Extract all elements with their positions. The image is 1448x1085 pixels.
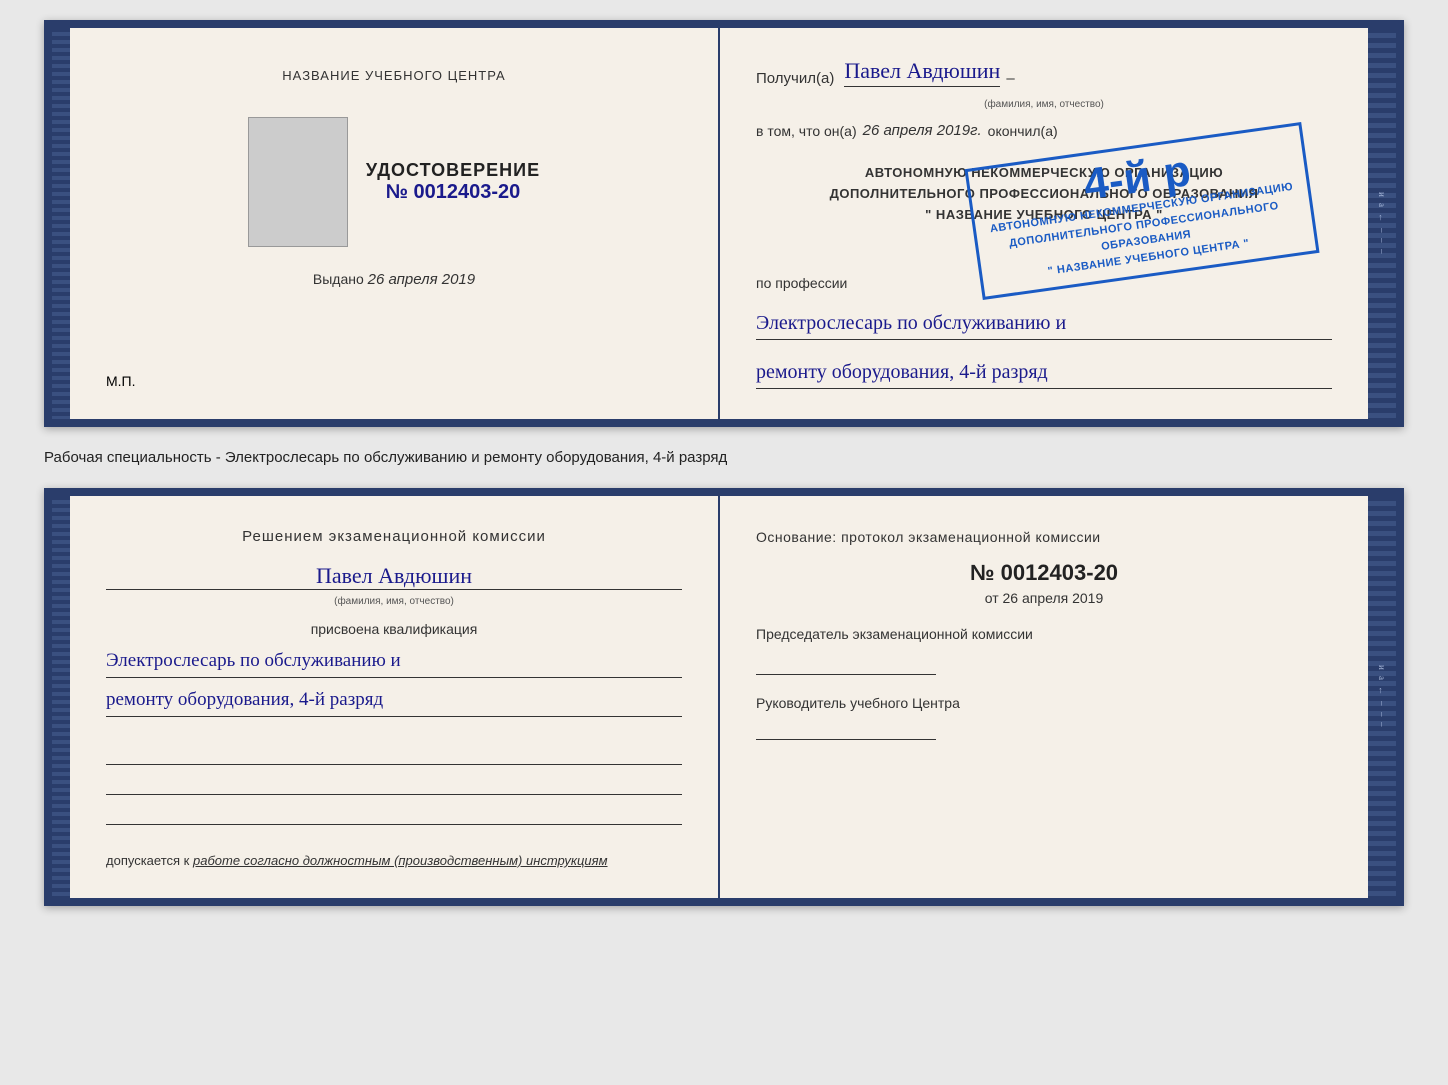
strip-char-4: –	[1377, 228, 1387, 235]
okonchil-label: окончил(а)	[988, 123, 1058, 139]
ot-date: 26 апреля 2019	[1003, 590, 1104, 606]
number-value: 0012403-20	[1001, 560, 1118, 585]
cert-number-prefix: №	[386, 181, 408, 203]
bottom-right-panel: Основание: протокол экзаменационной коми…	[720, 496, 1368, 898]
strip-char-2: а	[1377, 203, 1387, 209]
photo-and-cert-block: УДОСТОВЕРЕНИЕ № 0012403-20	[248, 117, 540, 247]
dopuskaetsya-block: допускается к работе согласно должностны…	[106, 853, 682, 868]
signature-lines-block	[106, 735, 682, 833]
dopusk-italic-text: работе согласно должностным (производств…	[193, 853, 608, 868]
cert-right-panel: Получил(а) Павел Авдюшин – (фамилия, имя…	[720, 28, 1368, 419]
bottom-strip-char-2: а	[1377, 676, 1387, 682]
vydano-date: 26 апреля 2019	[368, 271, 475, 288]
vtom-label: в том, что он(а)	[756, 123, 857, 139]
bottom-recipient-name: Павел Авдюшин	[106, 563, 682, 590]
stamp-box: 4-й р АВТОНОМНУЮ НЕКОММЕРЧЕСКУЮ ОРГАНИЗА…	[964, 122, 1319, 300]
recipient-name: Павел Авдюшин	[844, 58, 1000, 87]
bottom-left-inner: Решением экзаменационной комиссии Павел …	[106, 526, 682, 868]
photo-placeholder	[248, 117, 348, 247]
ot-line: от 26 апреля 2019	[756, 590, 1332, 606]
vydano-line: Выдано 26 апреля 2019	[313, 271, 475, 288]
right-side-decoration: и а ← – – –	[1368, 28, 1396, 419]
cert-number-value: 0012403-20	[414, 181, 521, 203]
cert-left-panel: НАЗВАНИЕ УЧЕБНОГО ЦЕНТРА УДОСТОВЕРЕНИЕ №…	[70, 28, 720, 419]
bottom-right-side-decoration: и а ← – – –	[1368, 496, 1396, 898]
osnovanie-title: Основание: протокол экзаменационной коми…	[756, 526, 1332, 548]
between-section: Рабочая специальность - Электрослесарь п…	[44, 445, 1404, 470]
profession-line1: Электрослесарь по обслуживанию и	[756, 307, 1332, 340]
certificate-bottom: Решением экзаменационной комиссии Павел …	[44, 488, 1404, 906]
sig-line-1	[106, 743, 682, 765]
strip-char-5: –	[1377, 238, 1387, 245]
strip-char-1: и	[1377, 192, 1387, 199]
mp-label: М.П.	[106, 373, 136, 389]
profession-line2: ремонту оборудования, 4-й разряд	[756, 356, 1332, 389]
bottom-strip-char-5: –	[1377, 712, 1387, 719]
between-text: Рабочая специальность - Электрослесарь п…	[44, 449, 727, 466]
bottom-name-subtext: (фамилия, имя, отчество)	[106, 596, 682, 607]
predsedatel-label: Председатель экзаменационной комиссии	[756, 624, 1332, 645]
poluchil-line: Получил(а) Павел Авдюшин –	[756, 58, 1332, 87]
bottom-strip-char-4: –	[1377, 701, 1387, 708]
name-subtext: (фамилия, имя, отчество)	[756, 99, 1332, 110]
osnovanie-number: № 0012403-20	[756, 560, 1332, 586]
cert-info-block: УДОСТОВЕРЕНИЕ № 0012403-20	[366, 160, 540, 204]
predsedatel-signature-line	[756, 653, 936, 675]
cert-main-title: УДОСТОВЕРЕНИЕ	[366, 160, 540, 181]
poluchil-label: Получил(а)	[756, 70, 834, 87]
cert-top-title: НАЗВАНИЕ УЧЕБНОГО ЦЕНТРА	[282, 68, 505, 83]
dopuskaetsya-label: допускается к	[106, 853, 189, 868]
prisvoena-label: присвоена квалификация	[106, 621, 682, 637]
sig-line-3	[106, 803, 682, 825]
vydano-label: Выдано	[313, 271, 364, 287]
strip-char-3: ←	[1377, 213, 1387, 224]
bottom-left-panel: Решением экзаменационной комиссии Павел …	[70, 496, 720, 898]
bottom-spine	[52, 496, 70, 898]
org-block: 4-й р АВТОНОМНУЮ НЕКОММЕРЧЕСКУЮ ОРГАНИЗА…	[756, 155, 1332, 255]
resheniem-title: Решением экзаменационной комиссии	[106, 526, 682, 549]
sig-line-2	[106, 773, 682, 795]
vtom-date: 26 апреля 2019г.	[863, 122, 982, 139]
bottom-strip-char-1: и	[1377, 665, 1387, 672]
number-prefix: №	[970, 560, 995, 585]
certificate-top: НАЗВАНИЕ УЧЕБНОГО ЦЕНТРА УДОСТОВЕРЕНИЕ №…	[44, 20, 1404, 427]
spine-decoration	[52, 28, 70, 419]
cert-left-inner: НАЗВАНИЕ УЧЕБНОГО ЦЕНТРА УДОСТОВЕРЕНИЕ №…	[106, 58, 682, 288]
strip-char-6: –	[1377, 249, 1387, 256]
qual-line2: ремонту оборудования, 4-й разряд	[106, 684, 682, 717]
name-dash: –	[1006, 70, 1014, 87]
cert-number-line: № 0012403-20	[366, 181, 540, 204]
bottom-strip-char-6: –	[1377, 722, 1387, 729]
rukovoditel-signature-line	[756, 718, 936, 740]
rukovoditel-label: Руководитель учебного Центра	[756, 693, 1332, 714]
bottom-strip-char-3: ←	[1377, 686, 1387, 697]
ot-prefix: от	[985, 590, 999, 606]
qual-line1: Электрослесарь по обслуживанию и	[106, 645, 682, 678]
